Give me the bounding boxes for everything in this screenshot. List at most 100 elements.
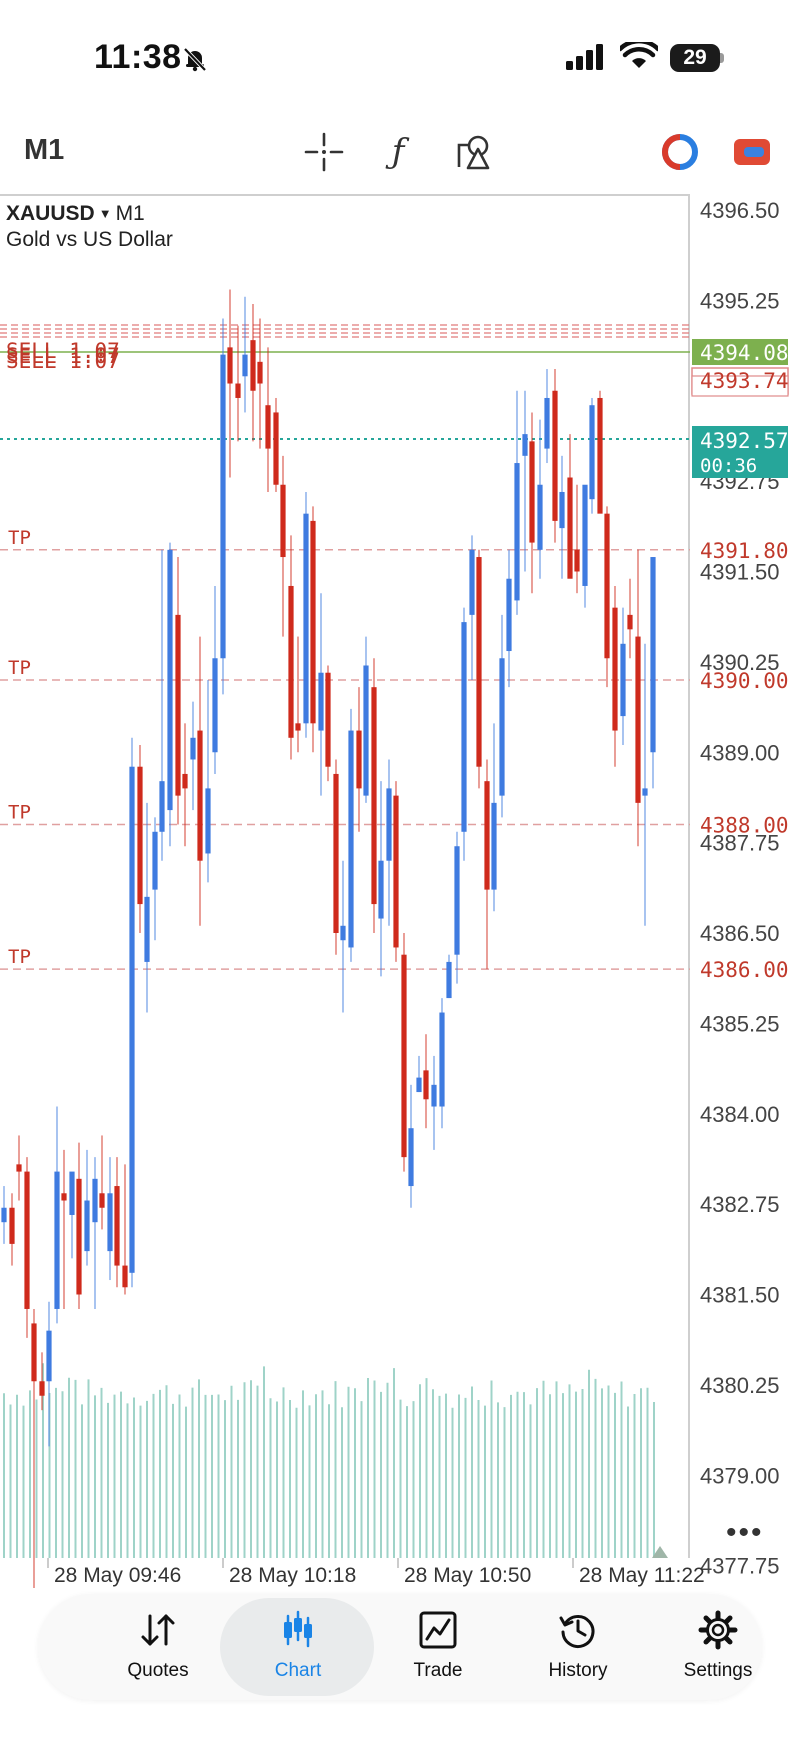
trade-chart-icon [419, 1611, 457, 1649]
candle-body [76, 1178, 82, 1295]
candle-body [574, 549, 580, 572]
bullish-candle [439, 998, 445, 1129]
bottom-tab-bar: Quotes Chart Trade History Settings [38, 1594, 762, 1700]
candle-body [16, 1164, 22, 1172]
candle-body [612, 607, 618, 731]
more-options-button[interactable]: ••• [726, 1516, 764, 1550]
candle-body [386, 788, 392, 861]
bearish-candle [476, 549, 482, 789]
tp-label: TP [8, 657, 31, 679]
symbol-timeframe: M1 [115, 202, 145, 225]
candle-body [439, 1012, 445, 1107]
chart-canvas[interactable]: 4396.504395.254392.754391.504390.254389.… [0, 194, 800, 1588]
candle-body [92, 1178, 98, 1223]
bid-price-box: 4392.5700:36 [692, 426, 789, 478]
battery-level: 29 [683, 46, 707, 69]
bearish-candle [325, 665, 331, 782]
bullish-candle [416, 1055, 422, 1093]
price-chart[interactable]: 4396.50 4395.25 4392.75 4391.50 4390.25 4389.… [0, 194, 800, 1588]
bearish-candle [612, 585, 618, 767]
candle-body [559, 491, 565, 529]
tab-settings[interactable]: Settings [648, 1594, 788, 1700]
tab-chart[interactable]: Chart [220, 1594, 374, 1700]
x-axis-label: 28 May 10:50 [404, 1564, 531, 1587]
crosshair-button[interactable] [302, 130, 346, 174]
bearish-candle [627, 578, 633, 659]
candle-body [333, 773, 339, 933]
candle-body [469, 549, 475, 615]
symbol-header[interactable]: XAUUSD ▼ M1 [6, 202, 145, 226]
y-axis-tick: 4389.00 [700, 740, 780, 765]
candle-body [197, 730, 203, 861]
bearish-candle [265, 347, 271, 492]
bearish-candle [552, 369, 558, 543]
candle-countdown: 00:36 [700, 455, 757, 477]
objects-button[interactable] [452, 130, 496, 174]
candle-body [499, 658, 505, 796]
crosshair-icon [304, 132, 344, 172]
timeframe-button[interactable]: M1 [24, 134, 64, 167]
status-time: 11:38 [94, 38, 182, 76]
bullish-candle [499, 614, 505, 818]
bullish-candle [46, 1301, 52, 1447]
tp-price-label: 4391.80 [700, 539, 789, 563]
bullish-candle [348, 708, 354, 962]
shapes-icon [457, 135, 490, 170]
bullish-candle [84, 1149, 90, 1266]
candle-body [295, 723, 301, 731]
bearish-candle [9, 1193, 15, 1266]
candle-body [54, 1171, 60, 1309]
bearish-candle [597, 390, 603, 514]
sell-position-label: SELL 1.07 [6, 349, 120, 373]
settings-gear-icon [698, 1610, 738, 1650]
y-axis-tick: 4395.25 [700, 288, 780, 313]
y-axis-tick: 4382.75 [700, 1192, 780, 1217]
candle-body [461, 622, 467, 832]
bullish-candle [363, 636, 369, 803]
x-axis-label: 28 May 10:18 [229, 1564, 356, 1587]
chart-toolbar: M1 ƒ [0, 118, 800, 186]
bullish-candle [159, 549, 165, 861]
bearish-candle [227, 289, 233, 478]
symbol-dropdown-icon: ▼ [98, 206, 112, 221]
indicators-button[interactable]: ƒ [376, 130, 420, 174]
candle-body [537, 484, 543, 550]
bullish-candle [129, 737, 135, 1288]
tab-history[interactable]: History [508, 1594, 648, 1700]
candle-body [273, 412, 279, 485]
candle-body [310, 520, 316, 724]
bullish-candle [446, 954, 452, 999]
tab-trade-label: Trade [413, 1660, 463, 1681]
bullish-candle [431, 1055, 437, 1150]
bearish-candle [401, 933, 407, 1172]
bearish-candle [393, 781, 399, 962]
symbol-name: XAUUSD [6, 202, 95, 225]
bullish-candle [461, 607, 467, 861]
candle-body [144, 896, 150, 962]
sell-price-label: 4393.74 [700, 369, 789, 393]
bearish-candle [484, 759, 490, 970]
candle-body [529, 441, 535, 543]
quotes-arrows-icon [141, 1614, 175, 1646]
candle-body [423, 1070, 429, 1100]
candle-body [552, 390, 558, 521]
bullish-candle [386, 759, 392, 926]
candle-body [190, 737, 196, 760]
candle-body [159, 781, 165, 832]
candle-body [454, 846, 460, 955]
tp-price-label: 4386.00 [700, 958, 789, 982]
function-icon: ƒ [391, 132, 405, 172]
candle-body [604, 513, 610, 659]
candle-body [597, 397, 603, 514]
bullish-candle [92, 1157, 98, 1309]
one-click-trading-button[interactable] [658, 130, 702, 174]
bullish-candle [1, 1186, 7, 1244]
tab-quotes[interactable]: Quotes [88, 1594, 228, 1700]
candle-body [175, 614, 181, 796]
trade-button[interactable] [730, 130, 774, 174]
tab-trade[interactable]: Trade [368, 1594, 508, 1700]
bullish-candle [205, 679, 211, 883]
bearish-candle [114, 1157, 120, 1288]
candle-body [650, 557, 656, 753]
bearish-candle [635, 549, 641, 847]
